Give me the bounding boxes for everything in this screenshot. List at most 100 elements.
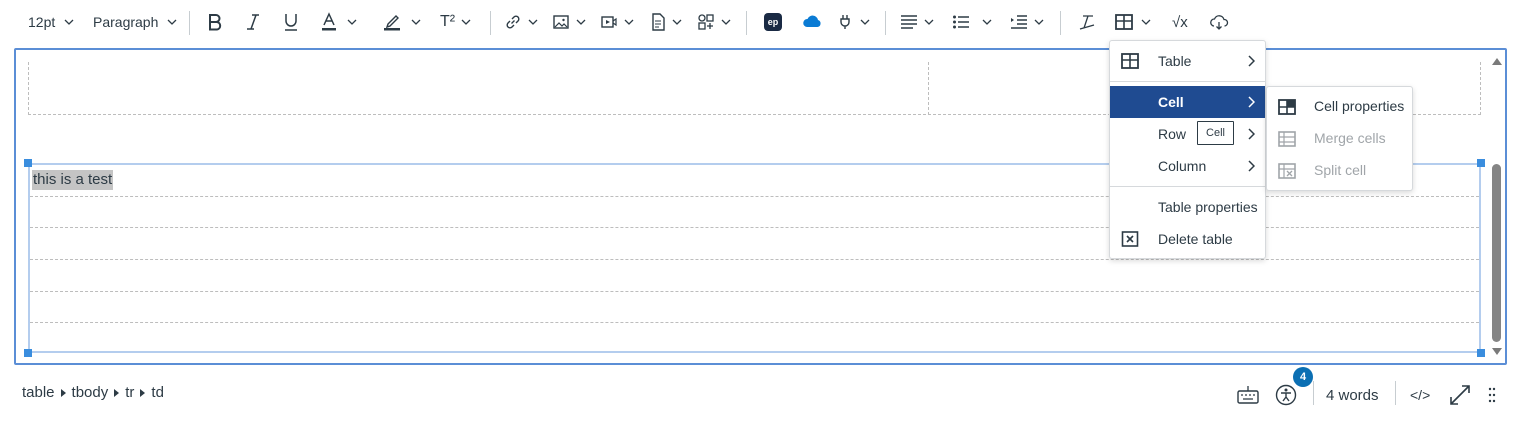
scroll-up-arrow-icon[interactable]	[1492, 58, 1502, 65]
chevron-down-icon	[576, 19, 586, 25]
underline-button[interactable]	[282, 8, 300, 36]
link-button[interactable]	[504, 8, 538, 36]
menu-item-cell[interactable]: Cell	[1110, 86, 1265, 118]
text-color-button[interactable]	[320, 8, 357, 36]
word-count: 4 words	[1326, 386, 1379, 404]
split-cell-icon	[1278, 163, 1296, 179]
document-icon	[652, 13, 665, 31]
table-cell-text[interactable]: this is a test	[32, 170, 114, 190]
path-item-td[interactable]: td	[151, 384, 164, 401]
align-icon	[901, 15, 917, 29]
resize-handle-top-right[interactable]	[1477, 159, 1485, 167]
chevron-right-icon	[1248, 128, 1255, 140]
onedrive-button[interactable]	[802, 8, 822, 36]
submenu-item-merge-cells: Merge cells	[1267, 123, 1412, 155]
text-color-icon	[322, 12, 336, 31]
superscript-button[interactable]: T²	[440, 8, 471, 36]
block-format-value: Paragraph	[93, 14, 159, 30]
menu-item-row[interactable]: Row	[1110, 118, 1265, 150]
cloud-icon	[1210, 15, 1229, 30]
html-editor-toggle[interactable]: </>	[1410, 382, 1430, 408]
menu-divider	[1110, 186, 1265, 187]
table-row[interactable]	[30, 259, 1479, 260]
status-divider	[1395, 381, 1396, 405]
chevron-right-icon	[1248, 55, 1255, 67]
menu-item-delete-table[interactable]: Delete table	[1110, 223, 1265, 255]
submenu-item-cell-properties[interactable]: Cell properties	[1267, 91, 1412, 123]
cloud-button[interactable]	[1209, 8, 1229, 36]
path-separator-icon	[140, 388, 146, 397]
path-separator-icon	[60, 388, 66, 397]
keyboard-shortcuts-button[interactable]	[1237, 382, 1259, 408]
menu-item-table-properties[interactable]: Table properties	[1110, 191, 1265, 223]
scroll-thumb[interactable]	[1492, 164, 1501, 342]
menu-item-label: Row	[1158, 126, 1187, 142]
media-icon	[601, 16, 617, 28]
equation-button[interactable]: √x	[1172, 8, 1188, 36]
cell-properties-icon	[1278, 99, 1296, 115]
chevron-down-icon	[624, 19, 634, 25]
italic-button[interactable]	[245, 8, 261, 36]
cell-submenu: Cell properties Merge cells Split cell	[1266, 86, 1413, 191]
align-button[interactable]	[900, 8, 934, 36]
resize-handle-bottom-left[interactable]	[24, 349, 32, 357]
chevron-down-icon	[672, 19, 682, 25]
superscript-icon: T²	[440, 13, 456, 30]
path-item-tr[interactable]: tr	[125, 384, 134, 401]
chevron-down-icon	[1034, 19, 1044, 25]
menu-item-column[interactable]: Column	[1110, 150, 1265, 182]
submenu-item-label: Split cell	[1314, 162, 1367, 178]
table-button[interactable]	[1115, 8, 1151, 36]
media-button[interactable]	[600, 8, 634, 36]
plugin-button[interactable]	[836, 8, 870, 36]
plugin-icon	[840, 15, 850, 29]
resize-handle-top-left[interactable]	[24, 159, 32, 167]
underline-icon	[285, 14, 297, 31]
block-format-dropdown[interactable]: Paragraph	[93, 8, 177, 36]
chevron-down-icon	[528, 19, 538, 25]
menu-item-label: Table	[1158, 53, 1192, 69]
delete-table-icon	[1121, 231, 1139, 247]
resize-handle-bottom-right[interactable]	[1477, 349, 1485, 357]
italic-icon	[247, 14, 259, 30]
bold-button[interactable]	[206, 8, 224, 36]
vertical-scrollbar[interactable]	[1489, 52, 1503, 361]
resize-handle-icon	[1488, 387, 1496, 403]
equation-icon: √x	[1172, 13, 1188, 31]
document-button[interactable]	[650, 8, 682, 36]
ep-icon: ep	[764, 13, 782, 31]
table-row[interactable]	[30, 322, 1479, 323]
clear-format-icon	[1079, 15, 1095, 30]
status-divider	[1313, 381, 1314, 405]
chevron-down-icon	[411, 19, 421, 25]
apps-button[interactable]	[697, 8, 731, 36]
menu-item-table[interactable]: Table	[1110, 45, 1265, 77]
path-item-table[interactable]: table	[22, 384, 55, 401]
image-button[interactable]	[552, 8, 586, 36]
menu-item-label: Table properties	[1158, 199, 1258, 215]
word-count-button[interactable]: 4 words	[1326, 382, 1379, 408]
submenu-item-label: Cell properties	[1314, 98, 1405, 114]
chevron-down-icon	[1141, 19, 1151, 25]
highlight-icon	[384, 15, 400, 31]
indent-button[interactable]	[1010, 8, 1044, 36]
toolbar-divider	[1060, 11, 1061, 35]
highlight-button[interactable]	[383, 8, 421, 36]
ep-button[interactable]: ep	[764, 8, 782, 36]
onedrive-icon	[803, 15, 821, 27]
table-row[interactable]	[30, 291, 1479, 292]
fullscreen-button[interactable]	[1449, 382, 1471, 408]
list-button[interactable]	[952, 8, 992, 36]
scroll-down-arrow-icon[interactable]	[1492, 348, 1502, 355]
menu-divider	[1110, 81, 1265, 82]
font-size-dropdown[interactable]: 12pt	[28, 8, 74, 36]
clear-format-button[interactable]	[1078, 8, 1096, 36]
resize-editor-handle[interactable]	[1488, 382, 1496, 408]
chevron-down-icon	[64, 19, 74, 25]
font-size-value: 12pt	[28, 14, 56, 30]
accessibility-checker-button[interactable]	[1275, 382, 1297, 408]
path-item-tbody[interactable]: tbody	[72, 384, 109, 401]
path-separator-icon	[114, 388, 120, 397]
bold-icon	[209, 14, 222, 31]
submenu-item-split-cell: Split cell	[1267, 155, 1412, 187]
